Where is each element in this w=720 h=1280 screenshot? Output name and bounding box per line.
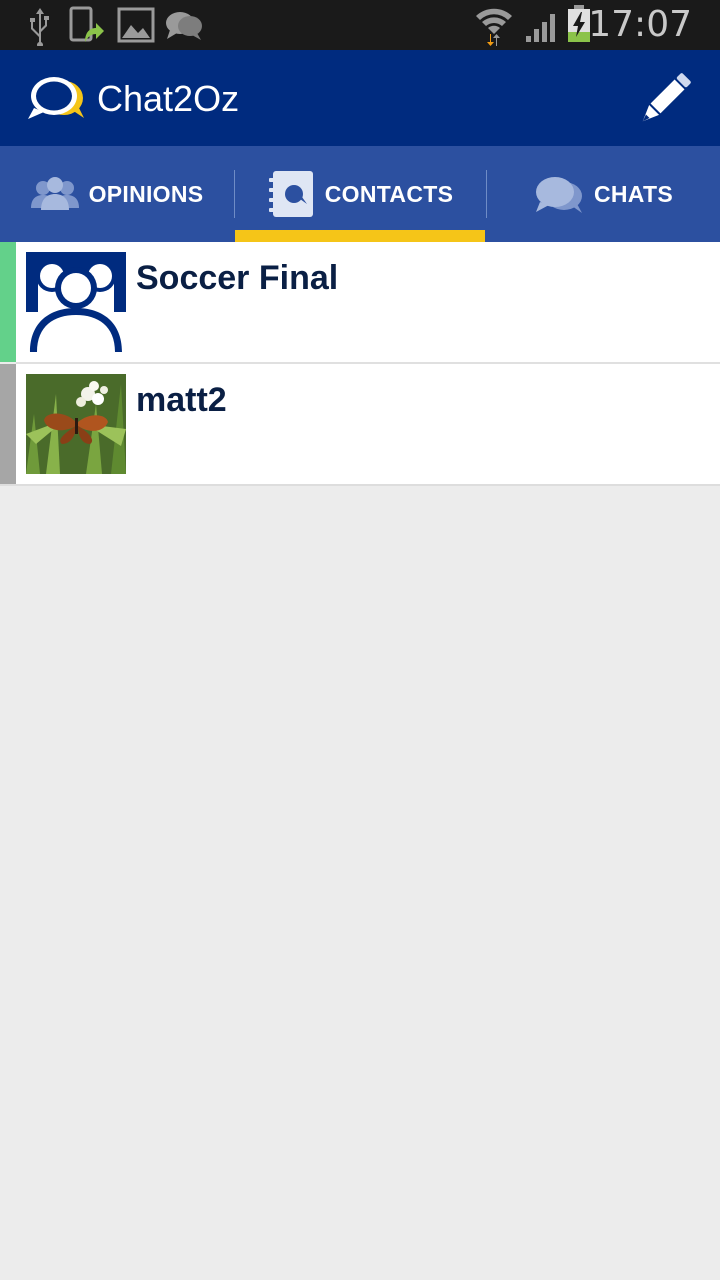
status-stripe <box>0 364 16 484</box>
status-bar: 17:07 <box>0 0 720 50</box>
tab-opinions[interactable]: OPINIONS <box>0 146 234 242</box>
contact-name: Soccer Final <box>136 259 339 297</box>
people-icon <box>30 177 79 210</box>
empty-background <box>0 486 720 1280</box>
tab-contacts[interactable]: CONTACTS <box>235 146 485 242</box>
group-icon <box>26 252 126 352</box>
list-item[interactable]: Soccer Final <box>0 242 720 362</box>
pencil-icon[interactable] <box>634 70 694 130</box>
status-time: 17:07 <box>588 4 692 45</box>
gallery-icon <box>117 7 155 43</box>
tab-bar: OPINIONS CONTACTS CHATS <box>0 146 720 242</box>
signal-icon <box>526 14 555 42</box>
app-title: Chat2Oz <box>97 78 240 119</box>
speech-bubbles-icon <box>28 77 84 119</box>
list-item[interactable]: matt2 <box>0 364 720 484</box>
chat-notification-icon <box>166 12 202 40</box>
contact-name: matt2 <box>136 381 227 419</box>
tab-chats-label: CHATS <box>593 180 673 207</box>
tab-contacts-label: CONTACTS <box>324 180 454 207</box>
app-bar: Chat2Oz <box>0 50 720 146</box>
phone-update-icon <box>69 6 104 42</box>
chat-bubbles-icon <box>535 177 582 213</box>
wifi-icon <box>476 8 512 46</box>
butterfly-photo <box>26 374 126 474</box>
tab-chats[interactable]: CHATS <box>487 146 720 242</box>
tab-opinions-label: OPINIONS <box>88 180 204 207</box>
usb-icon <box>30 8 49 46</box>
contacts-book-icon <box>268 171 313 217</box>
status-stripe <box>0 242 16 362</box>
tab-selected-indicator <box>235 230 485 242</box>
